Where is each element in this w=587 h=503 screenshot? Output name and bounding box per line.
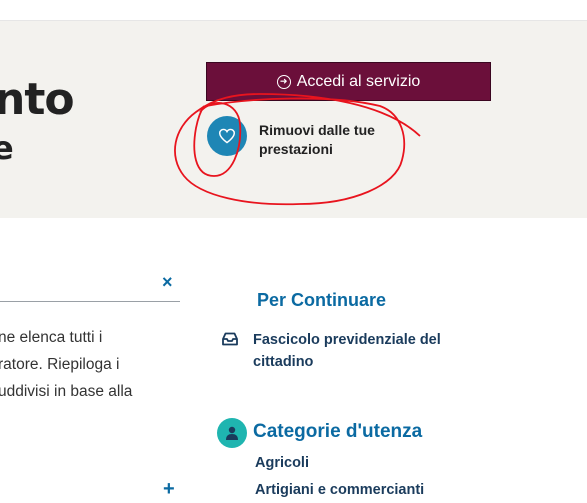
- close-icon[interactable]: ×: [162, 272, 173, 293]
- category-link-agricoli[interactable]: Agricoli: [255, 455, 309, 471]
- expand-plus-icon[interactable]: +: [163, 478, 175, 501]
- description-line: uddivisi in base alla: [0, 383, 133, 400]
- favorite-label[interactable]: Rimuovi dalle tue prestazioni: [259, 121, 409, 159]
- access-service-label: Accedi al servizio: [296, 72, 421, 90]
- categories-heading: Categorie d'utenza: [253, 421, 423, 442]
- inbox-icon: [222, 332, 238, 346]
- category-link-artigiani[interactable]: Artigiani e commercianti: [255, 482, 424, 498]
- favorite-toggle-button[interactable]: [207, 116, 247, 156]
- heart-icon: [218, 128, 236, 144]
- arrow-circle-right-icon: ➜: [276, 74, 291, 89]
- description-line: ratore. Riepiloga i: [0, 356, 120, 373]
- user-icon: [217, 418, 247, 448]
- panel-description: ne elenca tutti i ratore. Riepiloga i ud…: [0, 324, 178, 405]
- description-line: ne elenca tutti i: [0, 329, 103, 346]
- top-bar: [0, 0, 587, 21]
- access-service-button[interactable]: ➜ Accedi al servizio: [206, 62, 491, 101]
- service-hero: [0, 21, 587, 218]
- continue-heading: Per Continuare: [257, 290, 387, 310]
- service-subtitle: e: [0, 129, 14, 167]
- service-title: nto: [0, 74, 75, 125]
- fascicolo-link[interactable]: Fascicolo previdenziale del cittadino: [253, 329, 463, 373]
- panel-divider: [0, 301, 180, 302]
